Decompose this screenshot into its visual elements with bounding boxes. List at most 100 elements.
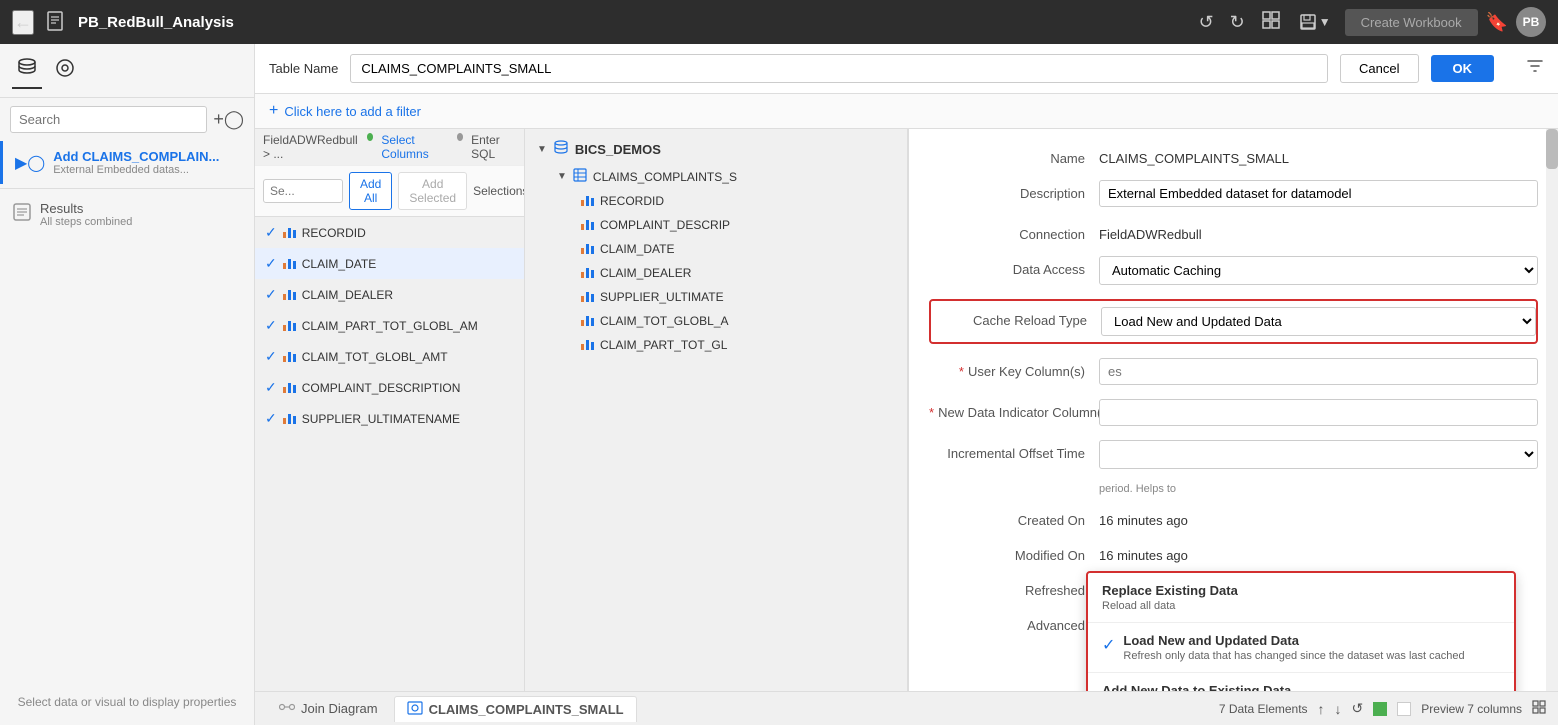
bar-icon [283, 383, 296, 393]
col-items-list: ✓ RECORDID ✓ CLAIM_DATE ✓ CLAIM_DEALER [255, 217, 524, 691]
new-data-label: *New Data Indicator Column(s) [929, 399, 1099, 420]
list-item[interactable]: ✓ CLAIM_PART_TOT_GLOBL_AM [255, 310, 524, 341]
back-button[interactable]: ← [12, 10, 34, 35]
cancel-button[interactable]: Cancel [1340, 54, 1418, 83]
add-button[interactable]: +◯ [213, 109, 244, 130]
table-grid-icon [573, 168, 587, 185]
app-title: PB_RedBull_Analysis [78, 14, 1185, 31]
tree-col-name: SUPPLIER_ULTIMATE [600, 290, 724, 304]
bottom-tab-join-diagram[interactable]: Join Diagram [267, 696, 390, 721]
right-panel: Name CLAIMS_COMPLAINTS_SMALL Description… [908, 129, 1558, 691]
bar-icon [283, 228, 296, 238]
search-input[interactable] [10, 106, 207, 133]
prop-row-new-data: *New Data Indicator Column(s) [929, 399, 1538, 426]
incremental-select[interactable] [1099, 440, 1538, 469]
col-bar-icon [581, 220, 594, 230]
dropdown-item-desc: Refresh only data that has changed since… [1123, 650, 1464, 662]
dropdown-item-replace[interactable]: Replace Existing Data Reload all data [1088, 573, 1514, 622]
advanced-label: Advanced [929, 612, 1099, 633]
breadcrumb: FieldADWRedbull > ... [263, 133, 361, 161]
col-search-input[interactable] [263, 179, 343, 203]
filter-link[interactable]: Click here to add a filter [284, 104, 421, 119]
prop-row-user-key: *User Key Column(s) [929, 358, 1538, 385]
check-icon: ✓ [265, 348, 277, 365]
tree-col-item[interactable]: SUPPLIER_ULTIMATE [551, 285, 901, 309]
list-item[interactable]: ✓ COMPLAINT_DESCRIPTION [255, 372, 524, 403]
create-workbook-button[interactable]: Create Workbook [1345, 9, 1478, 36]
save-button[interactable]: ▼ [1293, 9, 1337, 35]
col-bar-icon [581, 340, 594, 350]
undo-button[interactable]: ↺ [1195, 8, 1218, 37]
bar-icon [283, 321, 296, 331]
tab-select-columns[interactable]: Select Columns [381, 133, 448, 161]
list-item[interactable]: ✓ SUPPLIER_ULTIMATENAME [255, 403, 524, 434]
bottom-tab-active[interactable]: CLAIMS_COMPLAINTS_SMALL [394, 696, 637, 722]
list-item[interactable]: ✓ CLAIM_DEALER [255, 279, 524, 310]
dropdown-item-load-new[interactable]: ✓ Load New and Updated Data Refresh only… [1088, 623, 1514, 672]
green-square-icon [1373, 702, 1387, 716]
modified-value: 16 minutes ago [1099, 542, 1538, 563]
tree-col-name: CLAIM_PART_TOT_GL [600, 338, 727, 352]
data-access-select[interactable]: Automatic Caching [1099, 256, 1538, 285]
user-key-label: *User Key Column(s) [929, 358, 1099, 379]
list-item[interactable]: ✓ CLAIM_DATE [255, 248, 524, 279]
down-arrow-button[interactable]: ↓ [1335, 701, 1342, 717]
breadcrumb-row: FieldADWRedbull > ... Select Columns Ent… [255, 129, 524, 166]
preview-label[interactable]: Preview 7 columns [1421, 702, 1522, 716]
col-bar-icon [581, 244, 594, 254]
scrollbar[interactable] [1546, 129, 1558, 691]
check-icon: ✓ [265, 255, 277, 272]
tree-col-item[interactable]: CLAIM_DEALER [551, 261, 901, 285]
dropdown-item-desc: Reload all data [1102, 600, 1500, 612]
tree-col-item[interactable]: CLAIM_PART_TOT_GL [551, 333, 901, 357]
sidebar-data-icon[interactable] [12, 52, 42, 89]
list-item[interactable]: ✓ RECORDID [255, 217, 524, 248]
white-square-icon [1397, 702, 1411, 716]
scrollbar-thumb[interactable] [1546, 129, 1558, 169]
add-all-button[interactable]: Add All [349, 172, 392, 210]
tree-col-item[interactable]: RECORDID [551, 189, 901, 213]
col-toolbar-left: Add All Add Selected [263, 172, 467, 210]
dropdown-item-add-new[interactable]: Add New Data to Existing Data Insert new… [1088, 673, 1514, 691]
tree-col-name: COMPLAINT_DESCRIP [600, 218, 730, 232]
bar-icon [283, 352, 296, 362]
columns-browser-area: FieldADWRedbull > ... Select Columns Ent… [255, 129, 1558, 691]
col-name: CLAIM_DEALER [302, 288, 393, 302]
refresh-button[interactable]: ↺ [1352, 700, 1364, 717]
filter-icon-button[interactable] [1526, 57, 1544, 80]
sidebar-graph-icon[interactable] [50, 52, 80, 89]
layout-button[interactable] [1257, 6, 1285, 39]
check-icon: ✓ [265, 286, 277, 303]
tree-col-item[interactable]: CLAIM_TOT_GLOBL_A [551, 309, 901, 333]
sidebar-footer: Select data or visual to display propert… [0, 679, 254, 725]
bar-icon [283, 414, 296, 424]
data-elements-label: 7 Data Elements [1219, 702, 1308, 716]
redo-button[interactable]: ↻ [1226, 8, 1249, 37]
tree-header[interactable]: ▼ BICS_DEMOS [531, 135, 901, 164]
user-key-input[interactable] [1099, 358, 1538, 385]
data-access-label: Data Access [929, 256, 1099, 277]
table-name-input[interactable] [350, 54, 1328, 83]
up-arrow-button[interactable]: ↑ [1318, 701, 1325, 717]
sidebar-item-text: Add CLAIMS_COMPLAIN... External Embedded… [53, 149, 219, 176]
filter-plus-icon: + [269, 102, 278, 120]
incremental-desc: period. Helps to [929, 483, 1538, 495]
ok-button[interactable]: OK [1431, 55, 1495, 82]
description-input[interactable] [1099, 180, 1538, 207]
tab-enter-sql[interactable]: Enter SQL [471, 133, 516, 161]
add-selected-button[interactable]: Add Selected [398, 172, 467, 210]
col-bar-icon [581, 292, 594, 302]
tree-col-name: CLAIM_DATE [600, 242, 674, 256]
tree-table-header[interactable]: ▼ CLAIMS_COMPLAINTS_S [551, 164, 901, 189]
list-item[interactable]: ✓ CLAIM_TOT_GLOBL_AMT [255, 341, 524, 372]
sidebar-item-claims[interactable]: ▶◯ Add CLAIMS_COMPLAIN... External Embed… [0, 141, 254, 184]
description-label: Description [929, 180, 1099, 201]
cache-reload-select[interactable]: Load New and Updated Data [1101, 307, 1536, 336]
name-label: Name [929, 145, 1099, 166]
tree-col-item[interactable]: CLAIM_DATE [551, 237, 901, 261]
tree-col-item[interactable]: COMPLAINT_DESCRIP [551, 213, 901, 237]
grid-icon-button[interactable] [1532, 700, 1546, 717]
new-data-input[interactable] [1099, 399, 1538, 426]
bookmark-button[interactable]: 🔖 [1486, 12, 1508, 33]
active-tab-label: CLAIMS_COMPLAINTS_SMALL [429, 702, 624, 717]
